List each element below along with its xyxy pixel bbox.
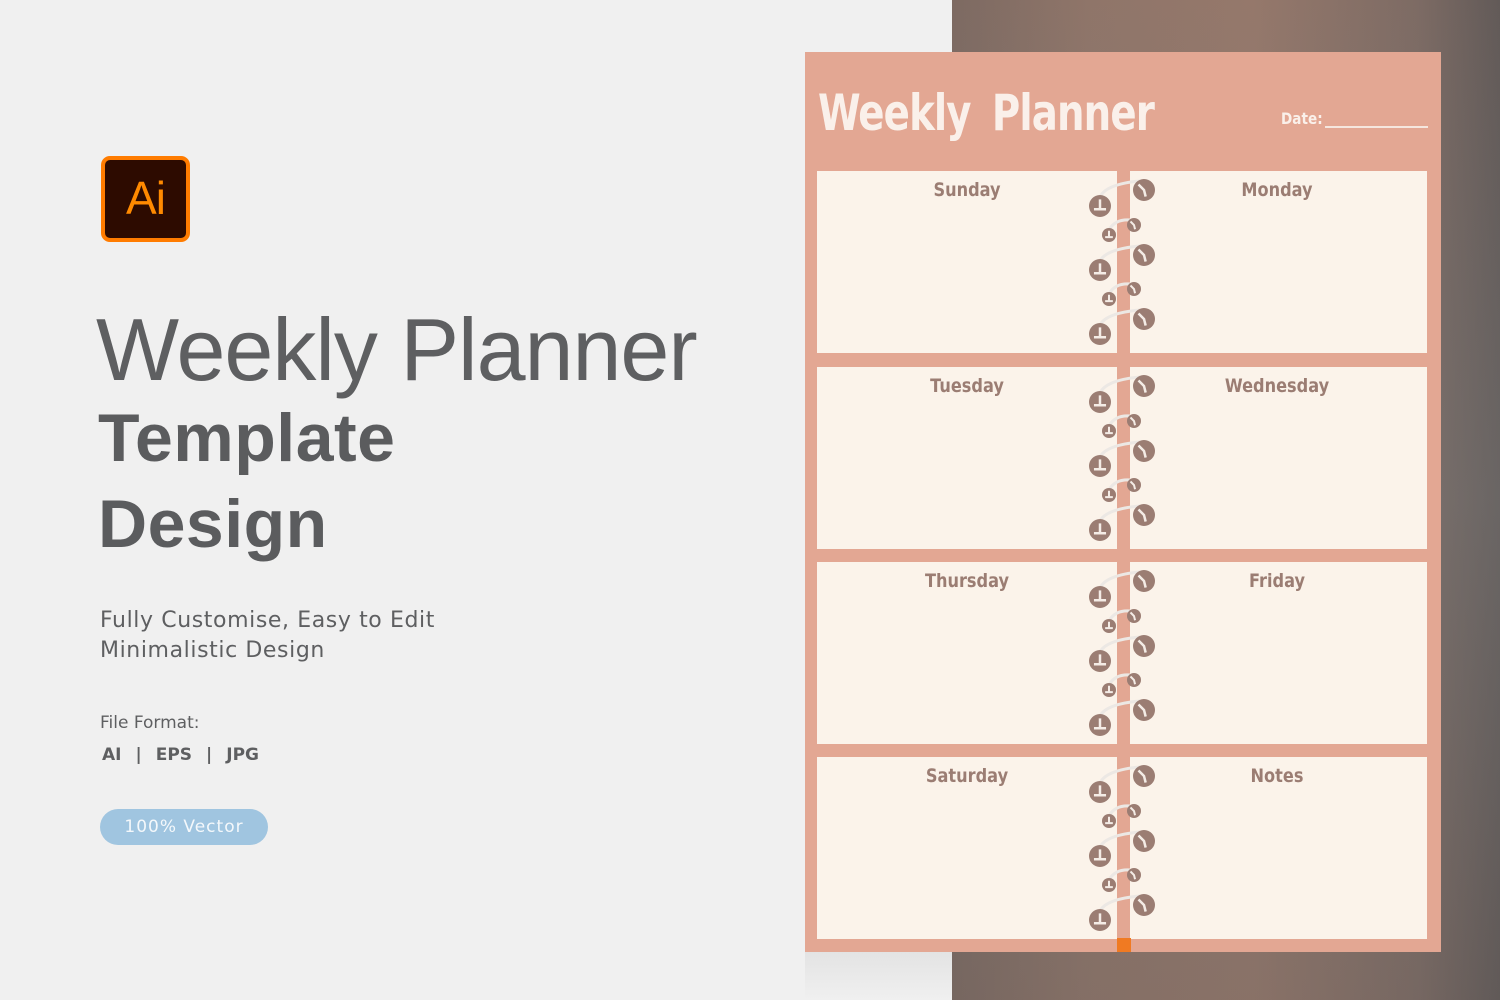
- file-format-label: File Format:: [100, 713, 200, 733]
- hero-title-line1: Weekly Planner: [96, 300, 698, 399]
- day-cell-wednesday[interactable]: Wednesday: [1127, 367, 1427, 549]
- format-separator: |: [135, 745, 142, 765]
- sheet-shadow: [805, 952, 952, 1000]
- format-ai: AI: [102, 745, 122, 765]
- subtitle-line1: Fully Customise, Easy to Edit: [100, 608, 435, 633]
- day-label: Monday: [1241, 179, 1313, 201]
- subtitle: Fully Customise, Easy to Edit Minimalist…: [100, 606, 435, 666]
- date-input-line[interactable]: [1325, 126, 1428, 128]
- day-cell-saturday[interactable]: Saturday: [817, 757, 1117, 939]
- day-label: Sunday: [933, 179, 1001, 201]
- day-label: Thursday: [924, 570, 1010, 592]
- day-cell-thursday[interactable]: Thursday: [817, 562, 1117, 744]
- hero-title-line2: Template: [98, 400, 396, 476]
- date-label: Date:: [1281, 109, 1323, 128]
- notes-cell[interactable]: Notes: [1127, 757, 1427, 939]
- day-cell-tuesday[interactable]: Tuesday: [817, 367, 1117, 549]
- day-cell-sunday[interactable]: Sunday: [817, 171, 1117, 353]
- day-label: Friday: [1249, 570, 1305, 592]
- day-label: Saturday: [925, 765, 1009, 787]
- file-formats-list: AI | EPS | JPG: [102, 745, 259, 765]
- day-cell-monday[interactable]: Monday: [1127, 171, 1427, 353]
- notes-label: Notes: [1250, 765, 1304, 787]
- hero-title-line3: Design: [98, 486, 328, 562]
- spine-marker: [1117, 938, 1131, 952]
- format-separator: |: [206, 745, 213, 765]
- day-label: Wednesday: [1224, 375, 1330, 397]
- adobe-illustrator-logo-icon: Ai: [101, 156, 190, 242]
- planner-sheet: Weekly Planner Date: Sunday Monday Tuesd…: [805, 52, 1441, 952]
- format-eps: EPS: [155, 745, 193, 765]
- planner-title: Weekly Planner: [818, 84, 1155, 142]
- vector-badge: 100% Vector: [100, 809, 268, 845]
- day-label: Tuesday: [930, 375, 1004, 397]
- day-cell-friday[interactable]: Friday: [1127, 562, 1427, 744]
- ai-logo-text: Ai: [126, 172, 166, 224]
- binding-spine: [1118, 170, 1130, 952]
- subtitle-line2: Minimalistic Design: [100, 638, 325, 663]
- format-jpg: JPG: [226, 745, 259, 765]
